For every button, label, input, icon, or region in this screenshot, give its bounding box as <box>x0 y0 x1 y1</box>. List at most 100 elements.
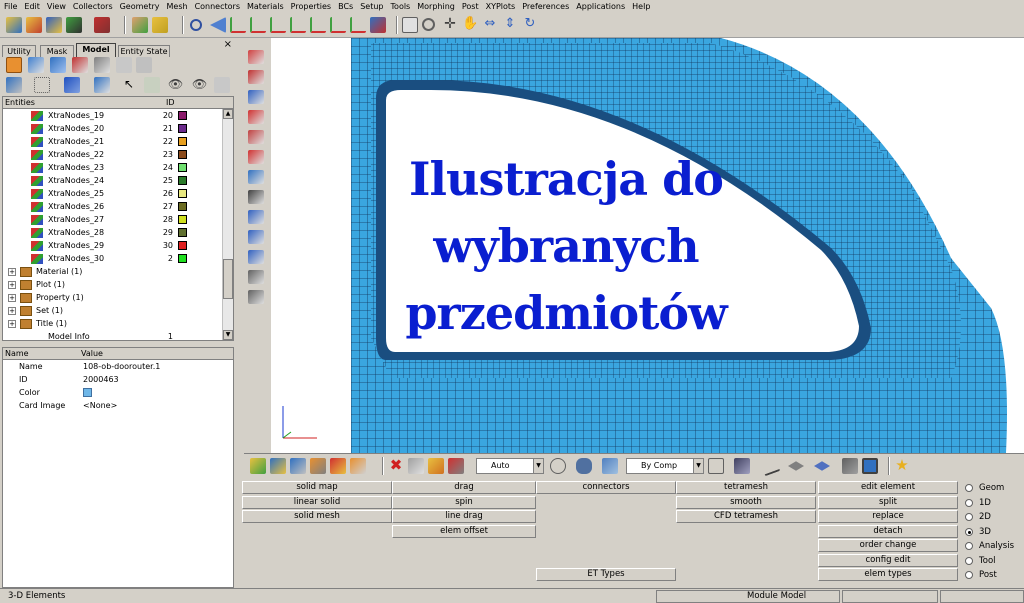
radio-icon[interactable] <box>965 542 973 550</box>
tree-row[interactable]: XtraNodes_29 30 <box>3 239 233 252</box>
tree-folder[interactable]: + Plot (1) <box>3 278 233 291</box>
copy-icon[interactable] <box>408 458 424 474</box>
tree-row[interactable]: XtraNodes_25 26 <box>3 187 233 200</box>
tree-row[interactable]: XtraNodes_24 25 <box>3 174 233 187</box>
vertical-tool-icon[interactable] <box>248 290 264 304</box>
panel-button[interactable]: order change <box>818 539 958 552</box>
graphics-viewport[interactable]: Ilustracja do wybranych przedmiotów <box>271 38 1024 453</box>
axis-icon[interactable] <box>290 17 306 33</box>
property-row[interactable]: Name 108-ob-doorouter.1 <box>3 360 233 373</box>
rotate-icon[interactable]: ✛ <box>442 17 458 33</box>
line-icon[interactable] <box>759 455 781 477</box>
radio-icon[interactable] <box>965 556 973 565</box>
expand-icon[interactable]: + <box>8 281 16 289</box>
color-swatch[interactable] <box>178 254 187 263</box>
panel-button[interactable]: line drag <box>392 510 536 523</box>
color-swatch[interactable] <box>178 163 187 172</box>
auto-combo[interactable]: Auto ▼ <box>476 458 544 474</box>
scroll-thumb[interactable] <box>223 259 233 299</box>
show-icon[interactable] <box>64 77 80 93</box>
color-swatch[interactable] <box>178 176 187 185</box>
edges-icon[interactable] <box>550 458 566 474</box>
zoom-window-icon[interactable] <box>402 17 418 33</box>
tree-row[interactable]: XtraNodes_30 2 <box>3 252 233 265</box>
menu-item[interactable]: Tools <box>391 2 411 11</box>
vertical-tool-icon[interactable] <box>248 210 264 224</box>
vertical-tool-icon[interactable] <box>248 270 264 284</box>
panel-button[interactable]: ET Types <box>536 568 676 581</box>
panel-button[interactable]: replace <box>818 510 958 523</box>
vertical-tool-icon[interactable] <box>248 90 264 104</box>
chevron-down-icon[interactable]: ▼ <box>533 459 543 473</box>
move-horizontal-icon[interactable]: ⇔ <box>482 17 498 33</box>
tree-folder[interactable]: + Title (1) <box>3 317 233 330</box>
panel-button[interactable]: split <box>818 495 958 509</box>
vertical-tool-icon[interactable] <box>248 250 264 264</box>
view-icon[interactable] <box>370 17 386 33</box>
tree-folder[interactable]: + Set (1) <box>3 304 233 317</box>
page-radio[interactable]: Analysis <box>962 539 1024 554</box>
color-swatch[interactable] <box>178 189 187 198</box>
color-swatch[interactable] <box>178 150 187 159</box>
tab-model[interactable]: Model <box>76 43 116 57</box>
tree-row[interactable]: Model Info 1 <box>3 330 233 340</box>
shaded-icon[interactable] <box>576 458 592 474</box>
assembly-icon[interactable] <box>28 57 44 73</box>
color-swatch[interactable] <box>178 215 187 224</box>
panel-button[interactable]: elem types <box>818 568 958 581</box>
undo-icon[interactable] <box>94 17 110 33</box>
tree-icon[interactable] <box>34 77 50 93</box>
page-radio[interactable]: 3D <box>962 525 1024 540</box>
tab-entity-state[interactable]: Entity State <box>118 45 170 57</box>
vertical-tool-icon[interactable] <box>248 150 264 164</box>
property-row[interactable]: Color <box>3 386 233 399</box>
panel-button[interactable]: detach <box>818 524 958 538</box>
arrow-left-icon[interactable] <box>210 17 226 33</box>
page-radio[interactable]: Tool <box>962 554 1024 569</box>
vertical-tool-icon[interactable] <box>248 110 264 124</box>
show-icon[interactable] <box>270 458 286 474</box>
panel-button[interactable]: solid map <box>242 481 392 494</box>
pan-hand-icon[interactable]: ✋ <box>462 17 478 33</box>
chevron-down-icon[interactable]: ▼ <box>693 459 703 473</box>
panel-button[interactable]: smooth <box>676 495 816 509</box>
radio-icon[interactable] <box>965 484 973 492</box>
menu-item[interactable]: Post <box>462 2 479 11</box>
color-by-combo[interactable]: By Comp ▼ <box>626 458 704 474</box>
expand-icon[interactable]: + <box>8 320 16 328</box>
tree-folder[interactable]: + Material (1) <box>3 265 233 278</box>
mask-icon[interactable] <box>330 458 346 474</box>
property-icon[interactable] <box>94 57 110 73</box>
panel-button[interactable]: solid mesh <box>242 510 392 523</box>
color-swatch[interactable] <box>178 202 187 211</box>
menu-item[interactable]: Properties <box>291 2 331 11</box>
menu-item[interactable]: Setup <box>360 2 383 11</box>
page-radio[interactable]: 2D <box>962 510 1024 525</box>
tab-utility[interactable]: Utility <box>2 45 36 57</box>
zoom-icon[interactable] <box>190 19 202 31</box>
radio-icon[interactable] <box>965 498 973 507</box>
display-mode-icon[interactable] <box>250 458 266 474</box>
vertical-tool-icon[interactable] <box>248 70 264 84</box>
scroll-down-icon[interactable]: ▼ <box>223 330 233 340</box>
zoom-out-icon[interactable] <box>422 18 435 31</box>
import-icon[interactable] <box>26 17 42 33</box>
color-swatch[interactable] <box>178 111 187 120</box>
monitor-icon[interactable] <box>862 458 878 474</box>
tree-row[interactable]: XtraNodes_21 22 <box>3 135 233 148</box>
display-icon[interactable] <box>94 77 110 93</box>
wireframe-icon[interactable] <box>708 458 724 474</box>
panel-button[interactable]: connectors <box>536 481 676 494</box>
radio-icon[interactable] <box>965 527 973 536</box>
tree-scrollbar[interactable]: ▲ ▼ <box>222 109 233 340</box>
tree-row[interactable]: XtraNodes_19 20 <box>3 109 233 122</box>
panel-button[interactable]: CFD tetramesh <box>676 510 816 523</box>
color-swatch[interactable] <box>178 241 187 250</box>
menu-item[interactable]: View <box>47 2 66 11</box>
menu-item[interactable]: Geometry <box>120 2 160 11</box>
menu-item[interactable]: Materials <box>247 2 284 11</box>
menu-item[interactable]: File <box>4 2 17 11</box>
menu-item[interactable]: Morphing <box>417 2 455 11</box>
tree-row[interactable]: XtraNodes_20 21 <box>3 122 233 135</box>
eye-icon[interactable]: 👁 <box>192 77 208 93</box>
